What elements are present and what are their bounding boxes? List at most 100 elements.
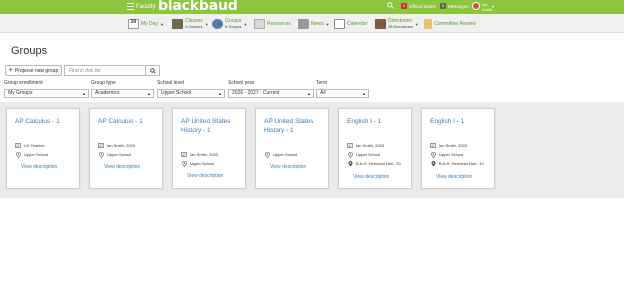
filter-term: Term All ▲ [316,80,369,98]
view-description-link[interactable]: View description [104,164,140,170]
user-menu-chevron-down-icon[interactable]: ▼ [491,4,495,9]
teacher-icon [181,152,187,157]
nav-my-day-label: My Day [141,21,158,27]
resources-icon [254,19,265,29]
directories-icon [375,19,386,29]
select-arrow-icon: ▲ [147,91,151,96]
filter-label: School level [157,80,184,86]
school-name: Upper School [24,152,49,157]
group-card[interactable]: English I - 1 Ian Smith, 2003 Upper Scho… [338,108,412,189]
propose-new-group-label: Propose new group [14,67,59,74]
avatar[interactable] [472,2,480,10]
group-title[interactable]: AP Calculus - 1 [98,117,158,126]
location-pin-icon [98,151,104,158]
group-title[interactable]: AP United States History - 1 [181,117,241,135]
committee-review-icon [424,19,432,29]
propose-new-group-button[interactable]: + Propose new group [5,65,62,76]
group-card[interactable]: AP Calculus - 1 Ian Smith, 2003 Upper Sc… [89,108,163,189]
main-nav: 30 My Day ▼ Classes 4 Classes ▼ Groups 6… [0,14,624,33]
top-bar: Faculty blackbaud 4 Official Notes 0 Mes… [0,0,624,14]
school-level-select[interactable]: Upper School ▲ [157,89,225,98]
teacher-icon [347,143,353,148]
room-pin-icon [430,160,436,166]
location-pin-icon [15,151,21,158]
view-description-link[interactable]: View description [353,174,389,180]
hamburger-menu-icon[interactable] [127,3,134,10]
teacher-icon [430,143,436,148]
persona-switcher[interactable]: Faculty [136,3,155,11]
filter-label: Group enrollment [4,80,43,86]
page-title: Groups [11,45,48,57]
nav-directories[interactable]: Directories 28 Directories ▼ [375,17,419,31]
calendar-day-icon: 30 [128,19,139,29]
group-card[interactable]: AP United States History - 1 Ian Smith, 2… [172,108,246,189]
messages-count-badge: 0 [440,3,446,9]
nav-news[interactable]: News ▼ [298,17,329,31]
teacher-row: Ian Smith, 2003 [347,143,384,148]
school-row: Upper School [15,151,49,158]
group-title[interactable]: English I - 1 [347,117,407,126]
official-notes-label: Official Notes [409,3,436,9]
nav-classes[interactable]: Classes 4 Classes ▼ [172,17,209,31]
blackbaud-logo: blackbaud [158,0,238,14]
school-year-select[interactable]: 2026 - 2027 : Current ▲ [228,89,314,98]
filter-school-year: School year 2026 - 2027 : Current ▲ [228,80,314,98]
view-description-link[interactable]: View description [187,173,223,179]
teacher-row: Ian Smith, 2003 [181,152,218,157]
search-icon [149,67,156,74]
view-description-link[interactable]: View description [436,174,472,180]
groups-icon [212,19,223,29]
nav-groups[interactable]: Groups 6 Groups ▼ [212,17,247,31]
select-arrow-icon: ▲ [82,91,86,96]
nav-calendar-label: Calendar [347,21,368,27]
find-in-list-input[interactable]: Find in this list [64,65,160,76]
nav-classes-count: 4 Classes [185,24,203,29]
chevron-down-icon: ▼ [159,21,164,27]
view-description-link[interactable]: View description [21,164,57,170]
official-notes-link[interactable]: 4 Official Notes [401,3,436,9]
select-arrow-icon: ▲ [362,91,366,96]
teacher-name: UX Teacher [24,143,45,148]
group-title[interactable]: English I - 1 [430,117,490,126]
term-select[interactable]: All ▲ [316,89,369,98]
chevron-down-icon: ▼ [325,21,330,27]
group-card[interactable]: AP Calculus - 1 UX Teacher Upper School … [6,108,80,189]
teacher-icon [98,143,104,148]
filter-label: Group type [91,80,116,86]
group-title[interactable]: AP Calculus - 1 [15,117,75,126]
nav-resources-label: Resources [267,21,291,27]
teacher-row: UX Teacher [15,143,45,148]
nav-my-day[interactable]: 30 My Day ▼ [128,17,164,31]
filters-row: Group enrollment My Groups ▲ Group type A… [0,80,624,102]
nav-committee-review-label: Committee Review [434,21,476,27]
group-title[interactable]: AP United States History - 1 [264,117,324,135]
nav-calendar[interactable]: Calendar [334,17,367,31]
group-card[interactable]: English I - 1 Ian Smith, 2003 Upper Scho… [421,108,495,189]
school-name: Upper School [190,161,215,166]
nav-resources[interactable]: Resources [254,17,291,31]
find-placeholder: Find in this list [69,68,101,74]
room-name: B.A.H. Hemorial Hall - 10 [439,161,484,166]
search-button[interactable] [145,66,159,75]
filter-label: Term [316,80,328,86]
teacher-icon [15,143,21,148]
school-name: Upper School [356,152,381,157]
location-pin-icon [347,151,353,158]
groups-list: AP Calculus - 1 UX Teacher Upper School … [0,102,624,198]
group-card[interactable]: AP United States History - 1 Upper School… [255,108,329,189]
nav-committee-review[interactable]: Committee Review [424,17,476,31]
chevron-down-icon: ▼ [414,21,419,27]
room-row: B.A.H. Hemorial Hall - 10 [430,160,484,166]
view-description-link[interactable]: View description [270,164,306,170]
teacher-name: Ian Smith, 2003 [439,143,468,148]
group-enrollment-select[interactable]: My Groups ▲ [4,89,89,98]
location-pin-icon [264,151,270,158]
group-type-select[interactable]: Academics ▲ [91,89,154,98]
search-icon[interactable] [387,2,394,11]
school-row: Upper School [430,151,463,158]
teacher-row: Ian Smith, 2003 [98,143,135,148]
messages-link[interactable]: 0 Messages [440,3,469,9]
classes-icon [172,19,183,29]
news-icon [298,19,309,29]
filter-group-type: Group type Academics ▲ [91,80,154,98]
